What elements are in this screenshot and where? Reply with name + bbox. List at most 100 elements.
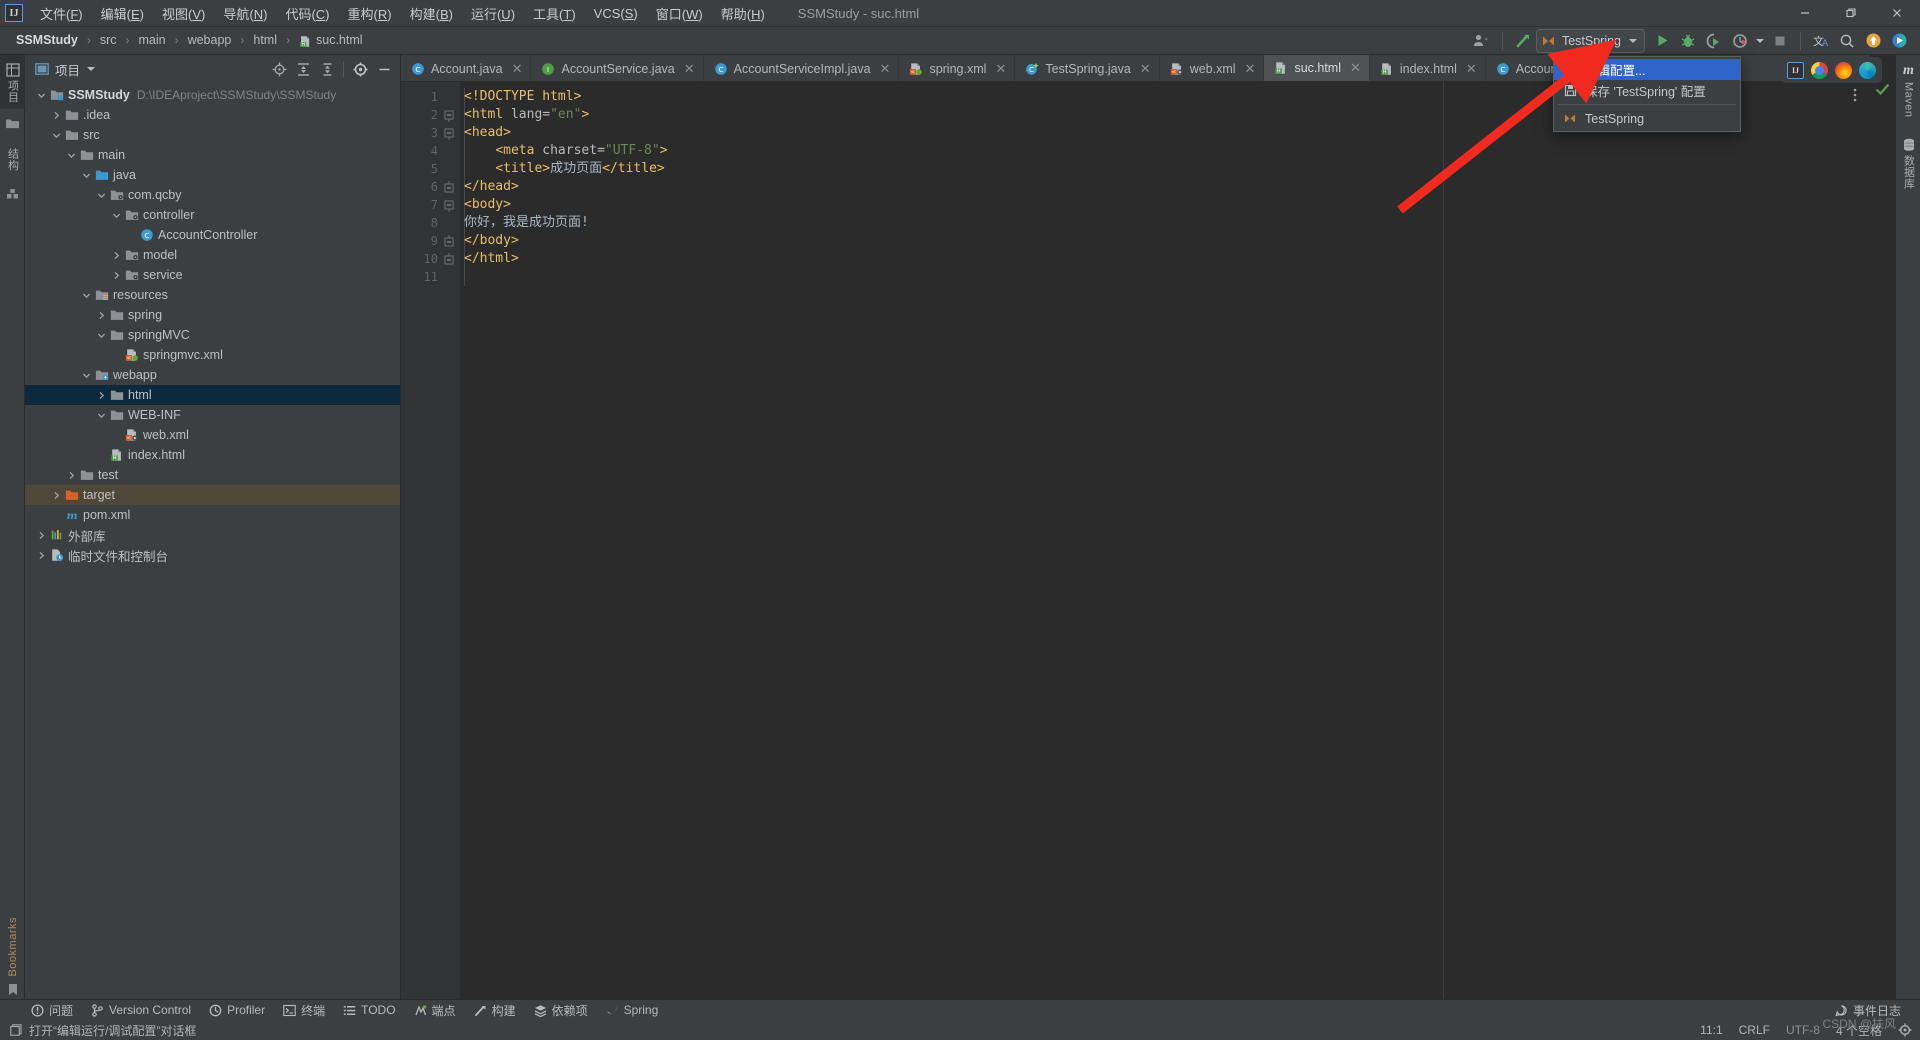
editor-tab-suc.html[interactable]: Hsuc.html ✕ xyxy=(1264,55,1370,81)
breadcrumb-item-ssmstudy[interactable]: SSMStudy xyxy=(14,33,80,47)
menu-edit[interactable]: 编辑(E) xyxy=(92,0,153,27)
fold-marker[interactable] xyxy=(442,106,456,124)
close-icon[interactable]: ✕ xyxy=(512,61,523,77)
expand-all-icon[interactable] xyxy=(291,58,315,80)
bottom-tool-spring[interactable]: Spring xyxy=(597,1000,668,1021)
settings-icon[interactable] xyxy=(1898,1023,1912,1037)
tree-expand-arrow[interactable] xyxy=(80,371,93,380)
menu-view[interactable]: 视图(V) xyxy=(153,0,214,27)
profiler-dropdown-icon[interactable] xyxy=(1753,29,1767,53)
tool-window-commit[interactable] xyxy=(0,109,25,136)
intellij-browser-icon[interactable]: IJ xyxy=(1787,61,1804,79)
tree-expand-arrow[interactable] xyxy=(110,211,123,220)
tree-node-test[interactable]: test xyxy=(25,465,400,485)
tree-expand-arrow[interactable] xyxy=(110,251,123,260)
tool-window-structure[interactable]: 结构 xyxy=(0,136,25,177)
editor-tab-account.java[interactable]: C Account.java ✕ xyxy=(401,55,532,81)
editor-tab-index.html[interactable]: Hindex.html ✕ xyxy=(1370,55,1486,81)
tree-node-accountcontroller[interactable]: C AccountController xyxy=(25,225,400,245)
tool-window-maven[interactable]: m Maven xyxy=(1896,55,1920,124)
close-icon[interactable]: ✕ xyxy=(1466,61,1477,77)
tree-node-springmvc.xml[interactable]: < springmvc.xml xyxy=(25,345,400,365)
firefox-icon[interactable] xyxy=(1835,61,1852,79)
run-with-coverage-button[interactable] xyxy=(1701,29,1727,53)
settings-icon[interactable] xyxy=(348,58,372,80)
fold-marker[interactable] xyxy=(442,250,456,268)
tree-node-spring[interactable]: spring xyxy=(25,305,400,325)
menu-tools[interactable]: 工具(T) xyxy=(524,0,585,27)
menu-refactor[interactable]: 重构(R) xyxy=(339,0,401,27)
tree-expand-arrow[interactable] xyxy=(110,271,123,280)
translate-icon[interactable]: 文 A xyxy=(1808,29,1834,53)
fold-marker[interactable] xyxy=(442,124,456,142)
close-icon[interactable]: ✕ xyxy=(684,61,695,77)
code-content[interactable]: <!DOCTYPE html> <html lang="en"> <head> <m… xyxy=(460,88,1870,1006)
editor-gutter[interactable]: 1 2 3 4 5 6 7 8 9 10 11 xyxy=(401,82,460,1006)
bottom-tool-bar[interactable]: 问题 Version Control Profiler 终端 TODO 端点 构建 依赖项 Sp… xyxy=(0,999,1920,1020)
editor-tab-accountservice.java[interactable]: I AccountService.java ✕ xyxy=(531,55,704,81)
tree-node-web.xml[interactable]: < web.xml xyxy=(25,425,400,445)
bottom-tool--[interactable]: 依赖项 xyxy=(525,1000,597,1021)
dropdown-item-save-configuration[interactable]: 保存 'TestSpring' 配置 xyxy=(1554,80,1740,101)
collapse-all-icon[interactable] xyxy=(315,58,339,80)
editor-marker-bar[interactable] xyxy=(1870,55,1895,1006)
line-separator[interactable]: CRLF xyxy=(1739,1023,1770,1037)
editor-tab-accountserviceimpl.java[interactable]: C AccountServiceImpl.java ✕ xyxy=(704,55,900,81)
bottom-tool-profiler[interactable]: Profiler xyxy=(200,1000,274,1021)
caret-position[interactable]: 11:1 xyxy=(1700,1023,1722,1037)
tree-node-.idea[interactable]: .idea xyxy=(25,105,400,125)
bottom-tool--[interactable]: 终端 xyxy=(274,1000,334,1021)
build-icon[interactable] xyxy=(1510,29,1536,53)
tree-expand-arrow[interactable] xyxy=(65,151,78,160)
fold-markers[interactable] xyxy=(442,88,456,286)
tree-expand-arrow[interactable] xyxy=(80,291,93,300)
tree-node--[interactable]: 临时文件和控制台 xyxy=(25,545,400,565)
close-button[interactable] xyxy=(1874,0,1920,27)
editor-options-icon[interactable] xyxy=(1846,86,1864,104)
browser-preview-toolbar[interactable]: IJ xyxy=(1781,57,1882,83)
chevron-down-icon[interactable] xyxy=(87,67,96,71)
minimize-button[interactable] xyxy=(1782,0,1828,27)
file-encoding[interactable]: UTF-8 xyxy=(1786,1023,1820,1037)
tree-node-web-inf[interactable]: WEB-INF xyxy=(25,405,400,425)
close-icon[interactable]: ✕ xyxy=(880,61,891,77)
tree-node-target[interactable]: target xyxy=(25,485,400,505)
tree-expand-arrow[interactable] xyxy=(35,91,48,100)
locate-icon[interactable] xyxy=(267,58,291,80)
tree-node-service[interactable]: service xyxy=(25,265,400,285)
bottom-tool--[interactable]: 问题 xyxy=(22,1000,82,1021)
breadcrumb-item-src[interactable]: src xyxy=(98,33,119,47)
tree-node-pom.xml[interactable]: m pom.xml xyxy=(25,505,400,525)
tool-window-database[interactable]: 数据库 xyxy=(1896,124,1920,196)
close-icon[interactable]: ✕ xyxy=(995,61,1006,77)
tree-node--[interactable]: 外部库 xyxy=(25,525,400,545)
menu-help[interactable]: 帮助(H) xyxy=(712,0,774,27)
edge-icon[interactable] xyxy=(1859,61,1876,79)
tree-expand-arrow[interactable] xyxy=(50,111,63,120)
tree-node-main[interactable]: main xyxy=(25,145,400,165)
inspection-status-icon[interactable] xyxy=(1875,83,1890,100)
menu-navigate[interactable]: 导航(N) xyxy=(214,0,276,27)
stop-button[interactable] xyxy=(1767,29,1793,53)
tool-window-bookmarks[interactable]: Bookmarks xyxy=(0,908,25,1002)
editor-tab-web.xml[interactable]: < web.xml ✕ xyxy=(1160,55,1265,81)
dropdown-item-testspring[interactable]: TestSpring xyxy=(1554,108,1740,129)
tree-expand-arrow[interactable] xyxy=(80,171,93,180)
big-data-tools-icon[interactable] xyxy=(1886,29,1912,53)
tree-expand-arrow[interactable] xyxy=(35,551,48,560)
tree-node-ssmstudy[interactable]: SSMStudy D:\IDEAproject\SSMStudy\SSMStudy xyxy=(25,85,400,105)
tree-expand-arrow[interactable] xyxy=(35,531,48,540)
fold-marker[interactable] xyxy=(442,196,456,214)
hide-panel-icon[interactable] xyxy=(372,58,396,80)
bottom-tool--[interactable]: 构建 xyxy=(465,1000,525,1021)
tree-expand-arrow[interactable] xyxy=(95,411,108,420)
editor-tab-testspring.java[interactable]: C TestSpring.java ✕ xyxy=(1015,55,1160,81)
breadcrumb-item-webapp[interactable]: webapp xyxy=(186,33,234,47)
profiler-button[interactable] xyxy=(1727,29,1753,53)
chrome-icon[interactable] xyxy=(1811,61,1828,79)
tree-expand-arrow[interactable] xyxy=(95,311,108,320)
run-configuration-selector[interactable]: TestSpring xyxy=(1535,28,1645,53)
tree-node-controller[interactable]: controller xyxy=(25,205,400,225)
close-icon[interactable]: ✕ xyxy=(1350,60,1361,76)
tree-node-model[interactable]: model xyxy=(25,245,400,265)
